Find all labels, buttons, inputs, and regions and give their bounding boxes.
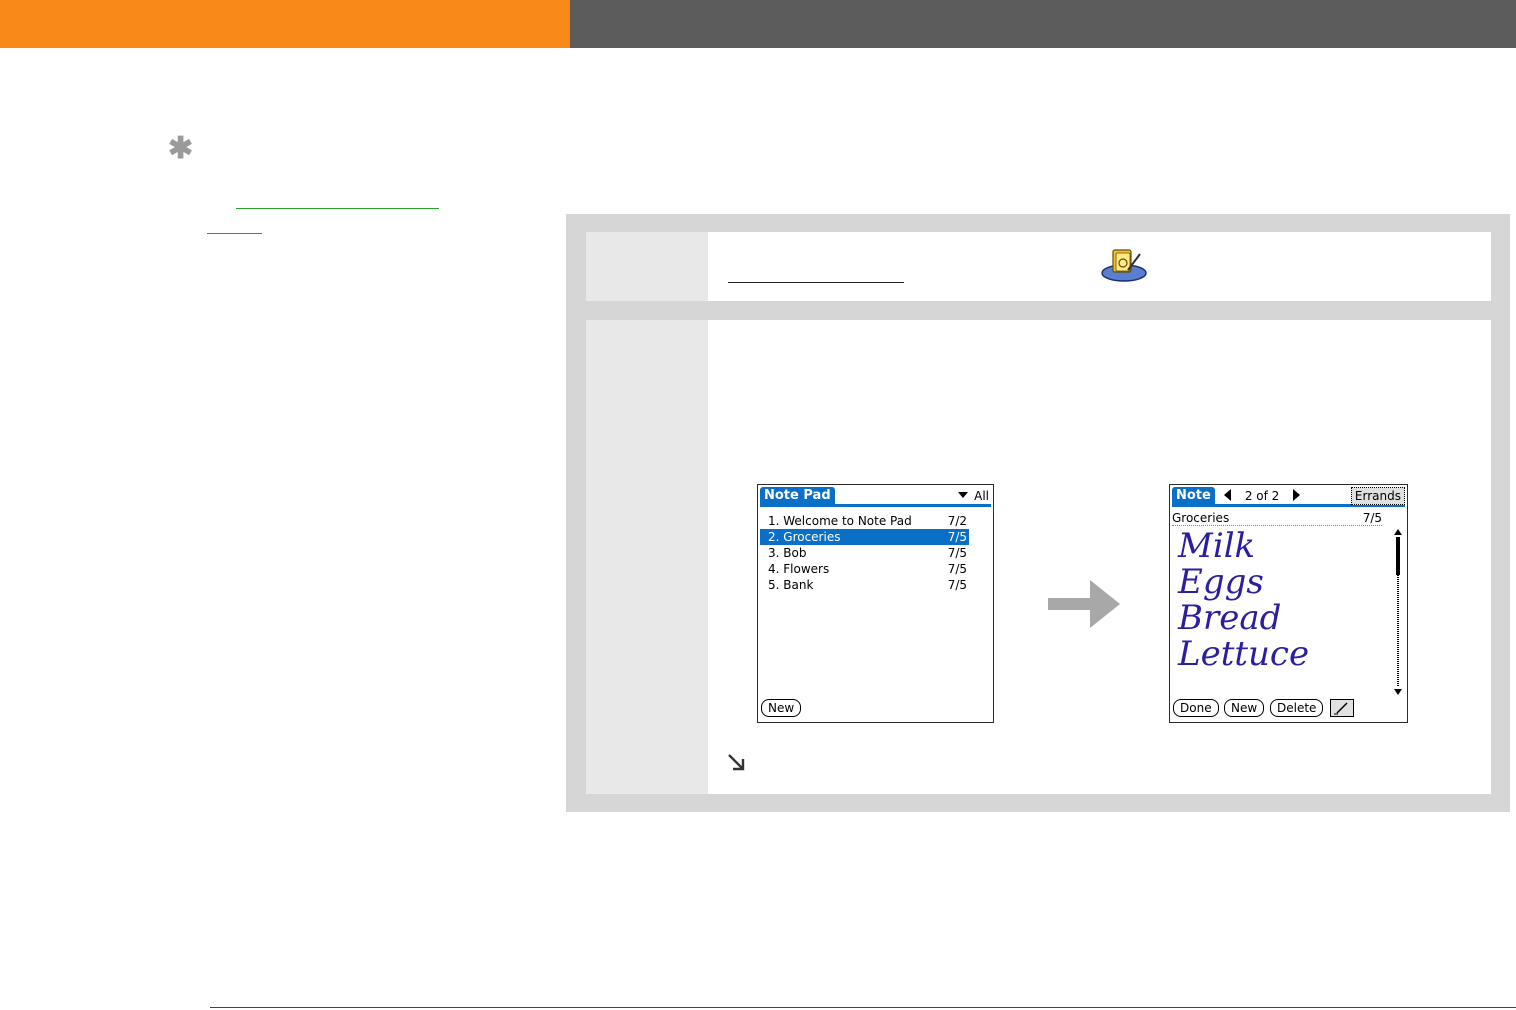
notepad-list-screen: Note Pad All 1. Welcome to Note Pad 7/2 …: [757, 484, 994, 723]
footer-rule: [210, 1007, 1516, 1008]
note-view-title: Note: [1172, 487, 1215, 505]
note-date: 7/5: [947, 562, 967, 576]
tip-link-continued[interactable]: [207, 217, 262, 234]
step-1-number-cell: [586, 232, 708, 301]
note-view-screen: Note 2 of 2 Errands Groceries 7/5 Milk E…: [1169, 484, 1408, 723]
list-item[interactable]: 5. Bank 7/5: [760, 577, 969, 593]
handwritten-line: Milk: [1177, 527, 1255, 566]
note-date: 7/5: [947, 578, 967, 592]
category-picker[interactable]: All: [958, 488, 989, 504]
step-1-link[interactable]: [728, 268, 904, 283]
category-picker[interactable]: Errands: [1350, 487, 1405, 505]
scrollbar[interactable]: [1394, 529, 1402, 695]
next-note-icon[interactable]: [1293, 489, 1301, 501]
list-item[interactable]: 3. Bob 7/5: [760, 545, 969, 561]
handwritten-line: Eggs: [1177, 562, 1264, 602]
asterisk-icon: ✱: [168, 132, 194, 165]
header-accent-bar: [0, 0, 570, 48]
scroll-down-icon[interactable]: [1394, 689, 1402, 695]
new-note-button[interactable]: New: [761, 699, 802, 717]
scroll-thumb[interactable]: [1396, 537, 1400, 575]
header-bar: [570, 0, 1516, 48]
new-button[interactable]: New: [1224, 699, 1265, 717]
handwriting-canvas[interactable]: Milk Eggs Bread Lettuce: [1174, 527, 1388, 677]
tip-link[interactable]: [236, 192, 439, 209]
note-navigator: 2 of 2: [1224, 488, 1301, 504]
title-underline: [760, 504, 991, 507]
note-date: 7/2: [947, 514, 967, 528]
scroll-track[interactable]: [1397, 575, 1399, 687]
delete-button[interactable]: Delete: [1270, 699, 1324, 717]
note-list: 1. Welcome to Note Pad 7/2 2. Groceries …: [760, 513, 969, 593]
note-date: 7/5: [947, 546, 967, 560]
scroll-up-icon[interactable]: [1394, 529, 1402, 535]
note-title: 5. Bank: [768, 578, 814, 592]
note-title: Groceries: [1172, 511, 1230, 525]
note-header: Groceries 7/5: [1172, 511, 1382, 526]
category-label: All: [974, 489, 989, 503]
note-title: 1. Welcome to Note Pad: [768, 514, 912, 528]
page-indicator: 2 of 2: [1244, 489, 1280, 503]
pen-tool-button[interactable]: [1330, 699, 1354, 717]
app-title: Note Pad: [760, 487, 835, 505]
list-item-selected[interactable]: 2. Groceries 7/5: [760, 529, 969, 545]
done-button[interactable]: Done: [1173, 699, 1219, 717]
handwritten-line: Bread: [1177, 598, 1281, 638]
list-item[interactable]: 4. Flowers 7/5: [760, 561, 969, 577]
handwritten-line: Lettuce: [1177, 634, 1309, 674]
note-title: 2. Groceries: [768, 530, 841, 544]
list-item[interactable]: 1. Welcome to Note Pad 7/2: [760, 513, 969, 529]
note-date: 7/5: [947, 530, 967, 544]
note-date: 7/5: [1362, 511, 1382, 525]
note-title: 3. Bob: [768, 546, 807, 560]
step-2-number-cell: [586, 320, 708, 794]
pencil-icon: [1334, 702, 1348, 715]
note-title: 4. Flowers: [768, 562, 830, 576]
dropdown-triangle-icon: [958, 492, 969, 498]
previous-note-icon[interactable]: [1224, 489, 1231, 501]
notepad-app-icon[interactable]: [1100, 246, 1148, 282]
right-arrow-icon: [1048, 580, 1120, 628]
substep-arrow-icon: [728, 754, 745, 771]
